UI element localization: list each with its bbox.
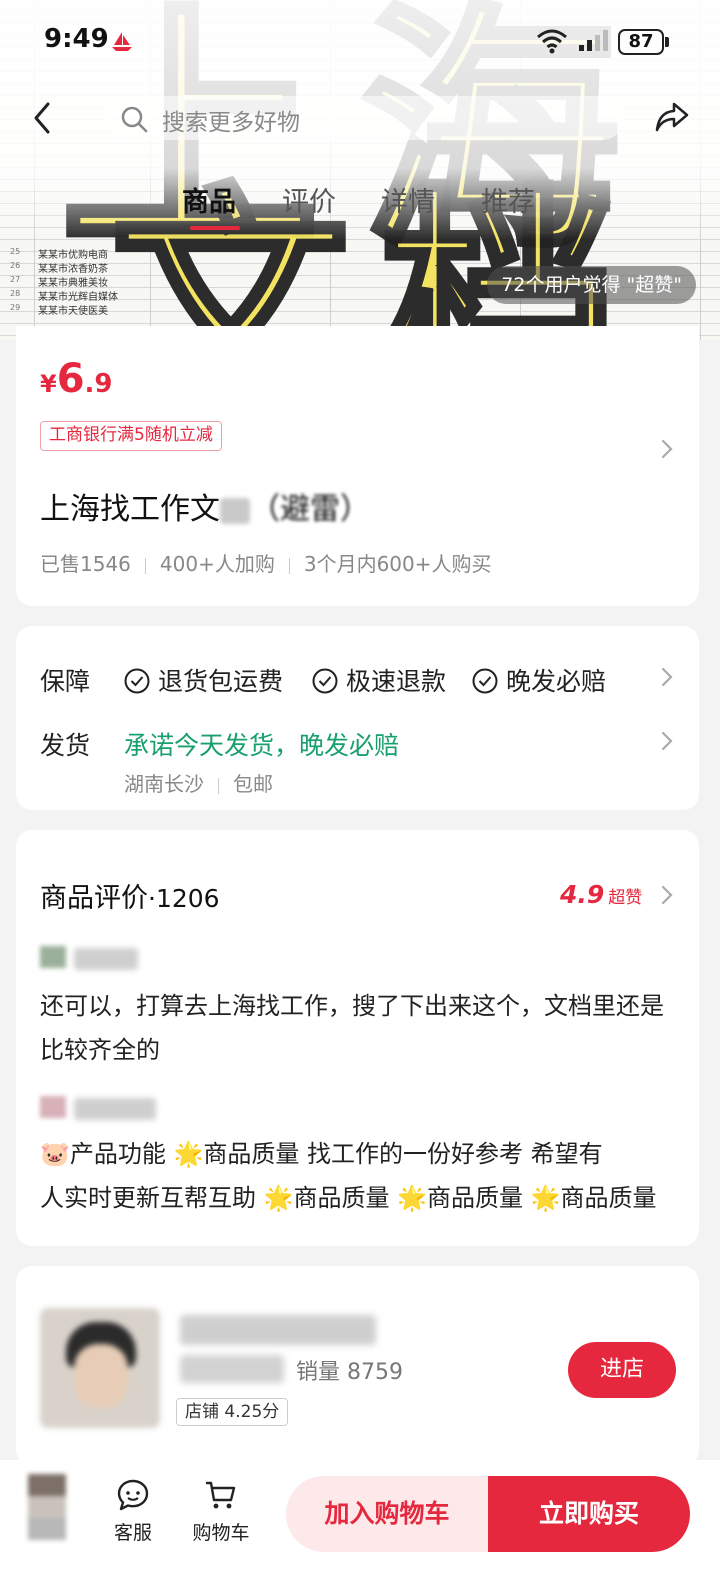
guarantee-text: 晚发必赔 xyxy=(506,667,607,696)
blurred-text xyxy=(220,497,250,524)
shopping-cart-icon xyxy=(205,1481,236,1509)
guarantee-late-compensation[interactable]: 晚发必赔 xyxy=(472,662,606,698)
shipping-label: 发货 xyxy=(40,731,91,760)
search-placeholder: 搜索更多好物 xyxy=(162,110,300,136)
service-card: 保障 退货包运费 极速退款 晚发必赔 发货 承诺今天发货，晚发必赔 湖南长沙 包邮 xyxy=(16,626,699,810)
cart-button[interactable]: 购物车 xyxy=(186,1478,256,1545)
recent-buyers-count: 3个月内600+人购买 xyxy=(303,552,492,576)
section-tabs: 商品 评价 详情 推荐 xyxy=(0,180,720,236)
shipping-promise[interactable]: 承诺今天发货，晚发必赔 xyxy=(124,726,399,762)
review-text-line: 人实时更新互帮互助 🌟商品质量 🌟商品质量 🌟商品质量 xyxy=(40,1184,657,1212)
reviews-title: 商品评价·1206 xyxy=(40,876,220,915)
check-circle-icon xyxy=(312,668,338,694)
product-info-card: ¥6.9 工商银行满5随机立减 上海找工作文 （避雷） 已售1546 400+人加购… xyxy=(16,326,699,606)
customer-service-button[interactable]: 客服 xyxy=(98,1478,168,1545)
shop-rating-badge: 店铺 4.25分 xyxy=(176,1398,289,1426)
chevron-right-icon[interactable] xyxy=(660,438,674,460)
status-bar: 9:49 87 xyxy=(0,22,720,62)
shop-avatar[interactable] xyxy=(40,1308,160,1428)
reviews-heading: 商品评价 xyxy=(40,883,148,914)
chat-bubble-icon xyxy=(117,1479,149,1511)
wifi-icon xyxy=(537,29,567,54)
reviews-count: ·1206 xyxy=(148,884,220,913)
price-decimal: .9 xyxy=(84,369,113,399)
buy-now-button[interactable]: 立即购买 xyxy=(488,1476,690,1552)
battery-indicator: 87 xyxy=(618,29,669,55)
check-circle-icon xyxy=(472,668,498,694)
sheet-row-number: 28 xyxy=(10,289,21,298)
shop-sales: 销量 8759 xyxy=(296,1360,403,1385)
sold-count: 已售1546 xyxy=(40,552,131,576)
product-title-suffix: （避雷） xyxy=(250,492,370,527)
shipping-origin: 湖南长沙 包邮 xyxy=(124,768,273,797)
sheet-row-company: 某某市天使医美 xyxy=(38,306,108,317)
sheet-row-number: 26 xyxy=(10,261,21,270)
shop-info-blurred xyxy=(180,1355,284,1383)
back-arrow-icon[interactable] xyxy=(28,100,58,136)
reviewer-name-blurred xyxy=(74,1098,156,1120)
promo-tag[interactable]: 工商银行满5随机立减 xyxy=(40,421,222,451)
cart-label: 购物车 xyxy=(192,1522,250,1544)
review-text: 🐷产品功能 🌟商品质量 找工作的一份好参考 希望有 人实时更新互帮互助 🌟商品质… xyxy=(40,1132,680,1220)
search-bar[interactable]: 搜索更多好物 xyxy=(104,96,624,140)
price-integer: 6 xyxy=(56,356,85,402)
review-text-line: 🐷产品功能 🌟商品质量 找工作的一份好参考 希望有 xyxy=(40,1140,603,1168)
guarantee-label: 保障 xyxy=(40,667,91,696)
avatar xyxy=(40,1096,66,1118)
share-icon[interactable] xyxy=(654,100,690,134)
visit-shop-button[interactable]: 进店 xyxy=(568,1342,676,1398)
chevron-right-icon[interactable] xyxy=(660,884,674,906)
postage-info: 包邮 xyxy=(233,772,273,796)
tab-details[interactable]: 详情 xyxy=(381,180,435,219)
score-tag: 超赞 xyxy=(608,888,643,908)
tab-reviews[interactable]: 评价 xyxy=(282,180,336,219)
product-title: 上海找工作文 （避雷） xyxy=(40,484,370,528)
avatar xyxy=(40,946,66,968)
origin-city: 湖南长沙 xyxy=(124,772,204,796)
added-to-cart-count: 400+人加购 xyxy=(159,552,275,576)
sheet-row-number: 29 xyxy=(10,303,21,312)
sales-stats: 已售1546 400+人加购 3个月内600+人购买 xyxy=(40,548,492,577)
reviewer-name-blurred xyxy=(74,948,138,970)
guarantee-text: 极速退款 xyxy=(346,667,447,696)
sheet-row-number: 25 xyxy=(10,247,21,256)
sailboat-icon xyxy=(112,32,132,51)
bottom-action-bar: 客服 购物车 加入购物车 立即购买 xyxy=(0,1460,720,1582)
hero-rating-badge: 72个用户觉得 "超赞" xyxy=(487,266,696,304)
check-circle-icon xyxy=(124,668,150,694)
chevron-right-icon[interactable] xyxy=(660,730,674,752)
shop-name-blurred[interactable] xyxy=(180,1315,376,1345)
product-thumbnail[interactable] xyxy=(28,1474,66,1540)
product-title-text: 上海找工作文 xyxy=(40,492,220,527)
guarantee-text: 退货包运费 xyxy=(158,667,284,696)
status-time: 9:49 xyxy=(44,24,109,54)
search-icon xyxy=(121,106,148,133)
review-text: 还可以，打算去上海找工作，搜了下出来这个，文档里还是比较齐全的 xyxy=(40,992,664,1064)
tab-goods[interactable]: 商品 xyxy=(182,180,236,219)
sheet-row-number: 27 xyxy=(10,275,21,284)
add-to-cart-button[interactable]: 加入购物车 xyxy=(286,1476,488,1552)
product-price: ¥6.9 xyxy=(40,356,113,402)
tab-recommend[interactable]: 推荐 xyxy=(481,180,535,219)
active-tab-underline xyxy=(190,226,240,230)
chevron-right-icon[interactable] xyxy=(660,666,674,688)
price-currency: ¥ xyxy=(40,370,57,398)
reviews-card[interactable]: 商品评价·1206 4.9 超赞 还可以，打算去上海找工作，搜了下出来这个，文档里… xyxy=(16,830,699,1246)
guarantee-free-return[interactable]: 退货包运费 xyxy=(124,662,283,698)
review-score: 4.9 超赞 xyxy=(560,880,642,909)
cellular-signal-icon xyxy=(579,30,608,51)
guarantee-fast-refund[interactable]: 极速退款 xyxy=(312,662,446,698)
score-value: 4.9 xyxy=(560,880,605,909)
customer-service-label: 客服 xyxy=(113,1522,152,1544)
